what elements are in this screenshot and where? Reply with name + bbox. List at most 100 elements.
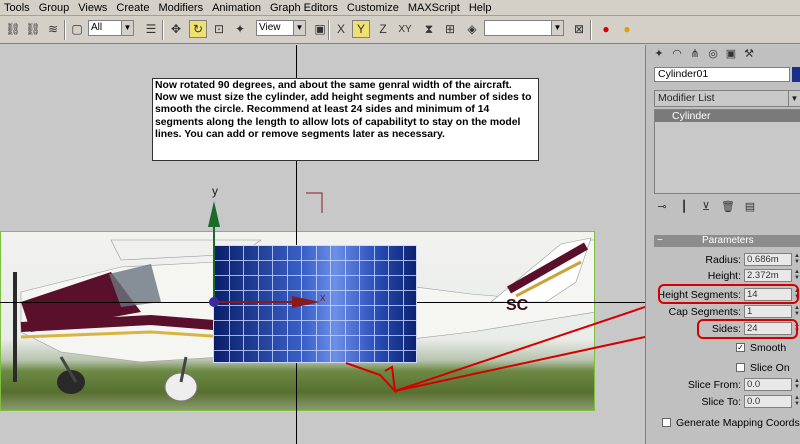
slice-from-field[interactable]: 0.0 [744, 378, 792, 391]
link-icon[interactable]: ⛓ [4, 20, 22, 38]
align-icon[interactable]: ⊞ [441, 20, 459, 38]
checkbox-box [662, 418, 671, 427]
selection-bracket [306, 192, 323, 213]
hierarchy-tab-icon[interactable]: ⋔ [688, 47, 702, 61]
collapse-icon: − [657, 235, 663, 246]
stack-buttons: ⊸ ┃ ⊻ 🗑 ▤ [654, 198, 800, 216]
place-icon[interactable]: ✦ [231, 20, 249, 38]
param-slice-from: Slice From: 0.0 ▲ ▼ [654, 378, 800, 392]
gizmo-x-arrow-icon[interactable] [292, 296, 320, 308]
rollout-title: Parameters [702, 235, 754, 246]
scale-icon[interactable]: ⊡ [210, 20, 228, 38]
menu-graph-editors[interactable]: Graph Editors [266, 2, 343, 14]
make-unique-icon[interactable]: ⊻ [698, 199, 714, 215]
constraint-x-icon[interactable]: X [332, 20, 350, 38]
perspective-viewport[interactable]: SC y x Now rotated 90 degrees, and about… [0, 45, 645, 444]
annotation-line-sides [394, 336, 645, 392]
selection-filter-value: All [91, 22, 103, 33]
chevron-down-icon: ▼ [293, 21, 305, 35]
slice-to-field[interactable]: 0.0 [744, 395, 792, 408]
param-label: Radius: [705, 254, 741, 266]
spinner-icon[interactable]: ▲ ▼ [793, 378, 800, 391]
menu-group[interactable]: Group [35, 2, 75, 14]
highlight-ring-segments [658, 284, 799, 304]
chevron-down-icon: ▼ [121, 21, 133, 35]
spinner-icon[interactable]: ▲ ▼ [793, 305, 800, 318]
configure-sets-icon[interactable]: ▤ [742, 199, 758, 215]
stack-item-cylinder[interactable]: Cylinder [655, 110, 800, 122]
reference-coord-value: View [259, 22, 281, 33]
toolbar-separator [162, 20, 164, 40]
slice-on-checkbox[interactable]: Slice On [654, 362, 800, 375]
gizmo-x-label: x [320, 292, 326, 304]
annotation-arrow-head [345, 362, 397, 394]
constraint-xy-icon[interactable]: XY [396, 20, 414, 38]
menu-maxscript[interactable]: MAXScript [404, 2, 465, 14]
selection-filter-dropdown[interactable]: All ▼ [88, 20, 134, 36]
constraint-y-icon[interactable]: Y [352, 20, 370, 38]
quick-render-icon[interactable]: ● [618, 20, 636, 38]
menu-customize[interactable]: Customize [343, 2, 404, 14]
motion-tab-icon[interactable]: ◎ [706, 47, 720, 61]
annotation-line-segments [394, 306, 645, 392]
modifier-list-dropdown[interactable]: Modifier List ▼ [654, 90, 800, 107]
select-object-icon[interactable]: ▢ [68, 20, 86, 38]
spinner-icon[interactable]: ▲ ▼ [793, 253, 800, 266]
param-label: Slice To: [701, 396, 742, 408]
height-field[interactable]: 2.372m [744, 269, 792, 282]
gizmo-y-label: y [212, 184, 218, 198]
chevron-down-icon: ▼ [788, 91, 800, 106]
display-tab-icon[interactable]: ▣ [724, 47, 738, 61]
constraint-z-icon[interactable]: Z [374, 20, 392, 38]
object-name-field[interactable]: Cylinder01 [654, 67, 790, 82]
render-scene-icon[interactable]: ● [597, 20, 615, 38]
menu-create[interactable]: Create [112, 2, 154, 14]
create-tab-icon[interactable]: ✦ [652, 47, 666, 61]
highlight-ring-sides [697, 319, 798, 339]
spinner-icon[interactable]: ▲ ▼ [793, 395, 800, 408]
menu-animation[interactable]: Animation [208, 2, 266, 14]
rotate-icon[interactable]: ↻ [189, 20, 207, 38]
layer-icon[interactable]: ◈ [463, 20, 481, 38]
curve-editor-icon[interactable]: ⊠ [570, 20, 588, 38]
param-label: Cap Segments: [668, 306, 741, 318]
cap-segments-field[interactable]: 1 [744, 305, 792, 318]
object-color-swatch[interactable] [792, 67, 800, 82]
radius-field[interactable]: 0.686m [744, 253, 792, 266]
modifier-stack[interactable]: Cylinder [654, 109, 800, 194]
modifier-list-label: Modifier List [658, 92, 715, 104]
menu-help[interactable]: Help [465, 2, 497, 14]
command-panel: ✦ ◠ ⋔ ◎ ▣ ⚒ Cylinder01 Modifier List ▼ C… [645, 45, 800, 444]
menu-views[interactable]: Views [74, 2, 112, 14]
mirror-icon[interactable]: ⧗ [420, 20, 438, 38]
show-end-result-icon[interactable]: ┃ [676, 199, 692, 215]
toolbar-separator [64, 20, 66, 40]
unlink-icon[interactable]: ⛓ [24, 20, 42, 38]
checkbox-box [736, 363, 745, 372]
menu-tools[interactable]: Tools [0, 2, 35, 14]
toolbar-separator [328, 20, 330, 40]
select-by-name-icon[interactable]: ☰ [142, 20, 160, 38]
remove-modifier-icon[interactable]: 🗑 [720, 199, 736, 215]
modify-tab-icon[interactable]: ◠ [670, 47, 684, 61]
menu-modifiers[interactable]: Modifiers [154, 2, 208, 14]
toolbar-separator [590, 20, 592, 40]
spinner-icon[interactable]: ▲ ▼ [793, 269, 800, 282]
menu-bar: Tools Group Views Create Modifiers Anima… [0, 0, 800, 16]
pin-stack-icon[interactable]: ⊸ [654, 199, 670, 215]
pivot-center-icon[interactable]: ▣ [311, 20, 329, 38]
parameters-rollout-header[interactable]: − Parameters [654, 235, 800, 247]
named-selection-dropdown[interactable]: ▼ [484, 20, 564, 36]
chevron-down-icon: ▼ [551, 21, 563, 35]
checkbox-label: Generate Mapping Coords. [676, 417, 800, 429]
gizmo-y-arrow-icon[interactable] [208, 201, 220, 227]
param-slice-to: Slice To: 0.0 ▲ ▼ [654, 395, 800, 409]
utilities-tab-icon[interactable]: ⚒ [742, 47, 756, 61]
param-label: Height: [707, 270, 741, 282]
smooth-checkbox[interactable]: ✓ Smooth [654, 342, 800, 355]
generate-mapping-checkbox[interactable]: Generate Mapping Coords. [654, 417, 800, 430]
bind-space-warp-icon[interactable]: ≋ [44, 20, 62, 38]
param-radius: Radius: 0.686m ▲ ▼ [654, 253, 800, 267]
move-icon[interactable]: ✥ [167, 20, 185, 38]
reference-coord-dropdown[interactable]: View ▼ [256, 20, 306, 36]
